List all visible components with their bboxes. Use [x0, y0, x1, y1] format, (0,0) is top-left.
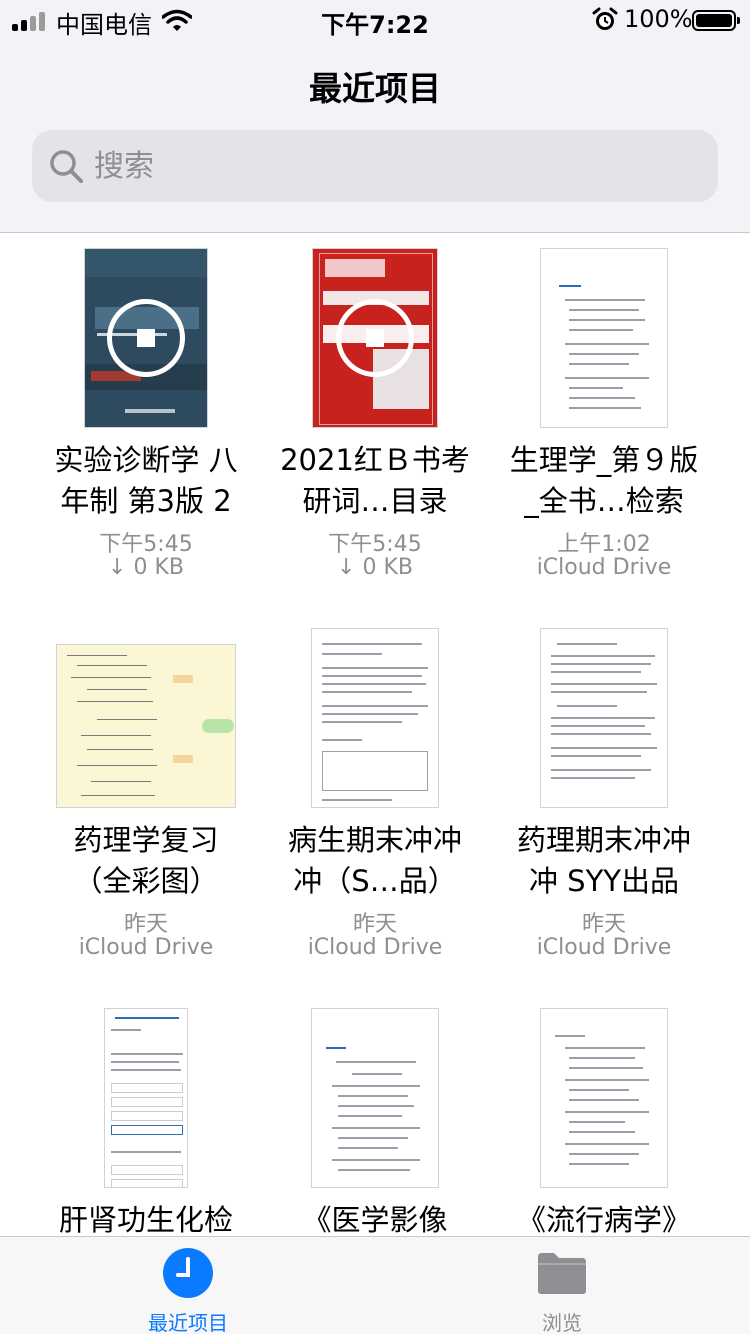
file-location: iCloud Drive [536, 935, 672, 960]
battery-icon [692, 10, 740, 31]
tab-recent[interactable]: 最近项目 [88, 1237, 288, 1334]
file-date: 上午1:02 [557, 532, 651, 557]
clock-icon [163, 1248, 213, 1298]
file-item[interactable]: 药理学复习 （全彩图） 昨天 iCloud Drive [31, 614, 261, 974]
file-location: iCloud Drive [536, 555, 672, 580]
file-date: 下午5:45 [99, 532, 193, 557]
file-thumbnail [540, 248, 668, 428]
file-thumbnail [56, 644, 236, 808]
file-date: 昨天 [581, 912, 626, 937]
search-bar[interactable] [32, 130, 718, 202]
file-thumbnail [312, 248, 438, 428]
download-progress-icon[interactable] [336, 299, 414, 377]
file-name: 肝肾功生化检 [58, 1203, 233, 1236]
recent-files-grid: 实验诊断学 八 年制 第3版 2 下午5:45 ↓ 0 KB 2021红Ｂ书考 … [0, 234, 750, 1236]
file-thumbnail [311, 1008, 439, 1188]
file-item[interactable]: 药理期末冲冲 冲 SYY出品 昨天 iCloud Drive [489, 614, 719, 974]
page-title: 最近项目 [309, 69, 441, 108]
file-date: 下午5:45 [328, 532, 422, 557]
search-icon [50, 150, 83, 183]
file-name: 病生期末冲冲 [287, 823, 462, 857]
file-item[interactable]: 《医学影像 [260, 994, 490, 1236]
file-thumbnail [311, 628, 439, 808]
search-input[interactable] [94, 144, 694, 188]
file-name-line2: _全书…检索 [524, 484, 684, 518]
file-item[interactable]: 生理学_第９版 _全书…检索 上午1:02 iCloud Drive [489, 234, 719, 594]
file-name: 《医学影像 [302, 1203, 448, 1236]
file-date: 昨天 [123, 912, 168, 937]
file-name-line2: 冲 SYY出品 [528, 864, 680, 898]
file-location: iCloud Drive [307, 935, 443, 960]
file-item[interactable]: 病生期末冲冲 冲（S…品） 昨天 iCloud Drive [260, 614, 490, 974]
battery-percentage: 100% [624, 5, 693, 33]
file-thumbnail [84, 248, 208, 428]
file-item[interactable]: 《流行病学》 [489, 994, 719, 1236]
file-name: 药理学复习 [73, 823, 219, 857]
file-name-line2: 研词…目录 [302, 484, 448, 518]
file-name-line2: 冲（S…品） [293, 864, 457, 898]
file-location: iCloud Drive [78, 935, 214, 960]
file-name-line2: 年制 第3版 2 [60, 484, 232, 518]
file-thumbnail [104, 1008, 188, 1188]
file-thumbnail [540, 1008, 668, 1188]
alarm-clock-icon [592, 7, 618, 30]
folder-icon [538, 1253, 586, 1294]
file-size: ↓ 0 KB [337, 555, 413, 580]
file-item[interactable]: 肝肾功生化检 [31, 994, 261, 1236]
file-name: 实验诊断学 八 [54, 443, 238, 477]
file-name: 生理学_第９版 [509, 443, 699, 477]
tab-recent-label: 最近项目 [148, 1311, 228, 1334]
file-item[interactable]: 实验诊断学 八 年制 第3版 2 下午5:45 ↓ 0 KB [31, 234, 261, 594]
tab-browse[interactable]: 浏览 [462, 1237, 662, 1334]
file-size: ↓ 0 KB [108, 555, 184, 580]
file-date: 昨天 [352, 912, 397, 937]
file-item[interactable]: 2021红Ｂ书考 研词…目录 下午5:45 ↓ 0 KB [260, 234, 490, 594]
file-name: 药理期末冲冲 [516, 823, 691, 857]
download-progress-icon[interactable] [107, 299, 185, 377]
file-name: 2021红Ｂ书考 [280, 443, 470, 477]
file-name-line2: （全彩图） [73, 864, 219, 898]
status-bar: 中国电信 下午7:22 100% [0, 0, 750, 40]
file-thumbnail [540, 628, 668, 808]
tab-bar: 最近项目 浏览 [0, 1236, 750, 1334]
file-name: 《流行病学》 [516, 1203, 691, 1236]
tab-browse-label: 浏览 [542, 1311, 582, 1334]
header: 中国电信 下午7:22 100% 最近项目 [0, 0, 750, 233]
